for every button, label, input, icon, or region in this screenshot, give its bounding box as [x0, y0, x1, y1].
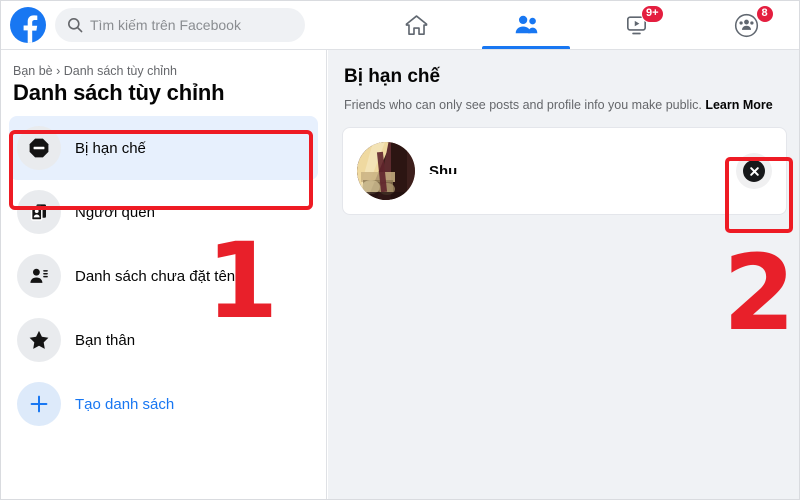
create-list-button[interactable]: Tạo danh sách [9, 372, 318, 436]
sidebar: Bạn bè › Danh sách tùy chỉnh Danh sách t… [1, 50, 327, 499]
nav-watch[interactable]: 9+ [581, 1, 691, 49]
sidebar-item-label: Bạn thân [75, 331, 136, 349]
main-content: Bị hạn chế Friends who can only see post… [328, 50, 799, 499]
search-icon [67, 17, 83, 33]
remove-x-icon [743, 160, 765, 183]
learn-more-link[interactable]: Learn More [705, 98, 772, 112]
sidebar-item-unnamed-list[interactable]: Danh sách chưa đặt tên [9, 244, 318, 308]
nav-groups[interactable]: 8 [691, 1, 799, 49]
facebook-logo-icon[interactable] [10, 7, 46, 43]
groups-icon: 8 [733, 4, 774, 39]
main-panel-description: Friends who can only see posts and profi… [344, 97, 787, 113]
friends-icon [513, 12, 540, 39]
page-title: Danh sách tùy chỉnh [13, 80, 225, 105]
breadcrumb[interactable]: Bạn bè › Danh sách tùy chỉnh [13, 64, 326, 78]
nav-home[interactable] [361, 1, 471, 49]
sidebar-item-restricted[interactable]: Bị hạn chế [9, 116, 318, 180]
primary-nav-icons: 9+ 8 [361, 1, 799, 49]
sidebar-item-acquaintances[interactable]: Người quen [9, 180, 318, 244]
main-panel-title: Bị hạn chế [344, 66, 441, 87]
friend-row[interactable]: Shu [342, 127, 787, 216]
top-navigation-bar: Tìm kiếm trên Facebook 9+ 8 [1, 1, 799, 50]
search-placeholder: Tìm kiếm trên Facebook [90, 17, 241, 33]
create-list-label: Tạo danh sách [75, 395, 175, 413]
contact-card-icon [17, 190, 61, 234]
sidebar-item-label: Danh sách chưa đặt tên [75, 267, 236, 285]
person-list-icon [17, 254, 61, 298]
groups-badge: 8 [755, 4, 774, 23]
sidebar-item-label: Bị hạn chế [75, 139, 146, 157]
custom-lists-nav: Bị hạn chế Người quen Danh sách chưa đặt… [1, 116, 326, 436]
watch-badge: 9+ [640, 4, 664, 23]
sidebar-item-close-friends[interactable]: Bạn thân [9, 308, 318, 372]
nav-friends[interactable] [471, 1, 581, 49]
home-icon [403, 12, 430, 39]
avatar[interactable] [357, 142, 415, 201]
redacted-name-bar [424, 174, 546, 195]
star-icon [17, 318, 61, 362]
remove-friend-button[interactable] [736, 153, 772, 190]
sidebar-item-label: Người quen [75, 203, 155, 221]
watch-video-icon: 9+ [623, 4, 664, 39]
facebook-friends-lists-page: Tìm kiếm trên Facebook 9+ 8 Bạn bè › Dan… [0, 0, 800, 500]
restricted-octagon-icon [17, 126, 61, 170]
search-input[interactable]: Tìm kiếm trên Facebook [55, 8, 305, 42]
plus-icon [17, 382, 61, 426]
description-text: Friends who can only see posts and profi… [344, 98, 702, 112]
